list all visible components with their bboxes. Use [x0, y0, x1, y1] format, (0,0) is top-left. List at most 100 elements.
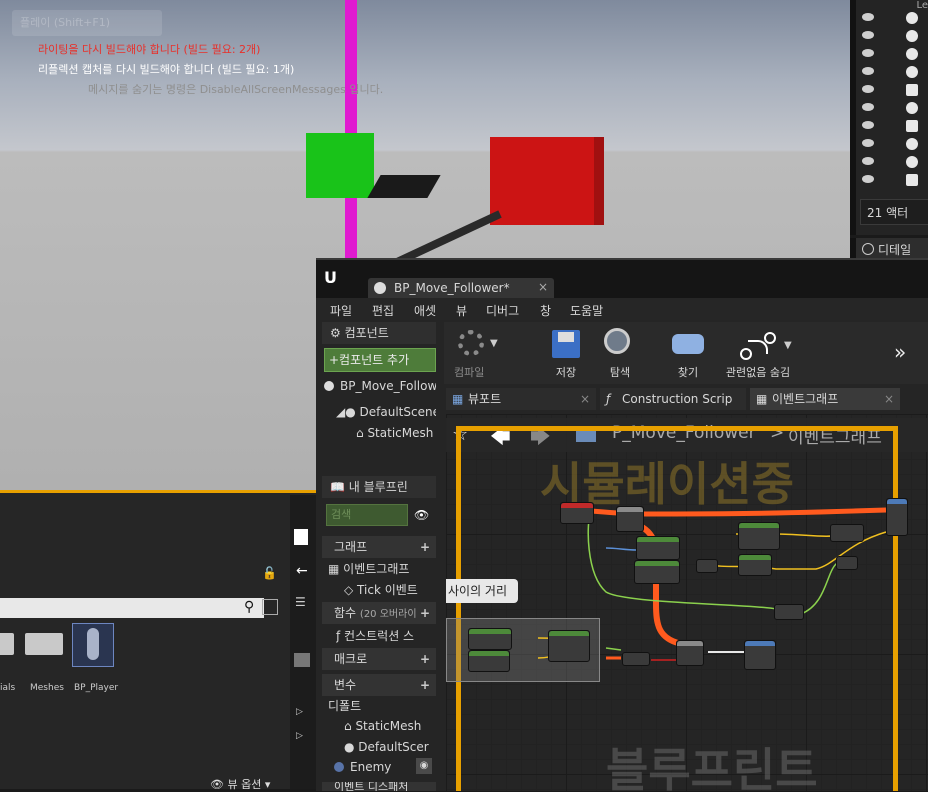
add-function-button[interactable]: + [420, 602, 430, 624]
menu-debug[interactable]: 디버그 [486, 302, 519, 319]
components-icon: ⚙ [330, 326, 345, 340]
eye-icon[interactable] [862, 31, 874, 39]
get-actor-location-node[interactable] [468, 650, 510, 672]
expand-arrow-icon[interactable]: ▷ [296, 731, 303, 741]
save-button[interactable]: 저장 [538, 326, 594, 382]
search-input[interactable] [0, 598, 264, 618]
get-actor-location-node[interactable] [738, 522, 780, 550]
expand-arrow-icon[interactable]: ▷ [296, 707, 303, 717]
section-variables[interactable]: 변수 + [322, 674, 436, 696]
add-variable-button[interactable]: + [420, 674, 430, 696]
eye-icon[interactable] [862, 121, 874, 129]
tab-event-graph[interactable]: ▦ 이벤트그래프 × [750, 388, 900, 410]
compile-label: 컴파일 [454, 366, 485, 379]
new-file-icon[interactable] [294, 529, 308, 545]
eye-icon[interactable] [862, 85, 874, 93]
menu-asset[interactable]: 애셋 [414, 302, 436, 319]
get-actor-location-node[interactable] [636, 536, 680, 560]
browse-button[interactable]: 탐색 [592, 326, 648, 382]
search-icon[interactable]: ⚲ [244, 599, 254, 615]
vector-length-node[interactable] [774, 604, 804, 620]
visibility-eye-icon[interactable]: ◉ [416, 758, 432, 774]
outliner-row[interactable] [860, 82, 928, 100]
outliner-row[interactable] [860, 154, 928, 172]
component-static-mesh[interactable]: ⌂ StaticMesh [356, 423, 436, 443]
add-node[interactable] [836, 556, 858, 570]
list-icon[interactable]: ☰ [295, 595, 306, 609]
tree-var-default-scene[interactable]: ● DefaultScer [344, 737, 430, 757]
tab-viewport[interactable]: ▦ 뷰포트 × [446, 388, 596, 410]
get-actor-location-node[interactable] [468, 628, 512, 650]
menu-help[interactable]: 도움말 [570, 302, 603, 319]
hide-unrelated-button[interactable]: ▼ 관련없음 숨김 [718, 326, 798, 382]
add-graph-button[interactable]: + [420, 536, 430, 558]
chevron-down-icon[interactable]: ▼ [784, 340, 792, 351]
folder-small-icon[interactable] [294, 653, 310, 667]
asset-tab[interactable]: BP_Move_Follower* × [368, 278, 554, 298]
eye-icon[interactable] [862, 157, 874, 165]
eye-icon[interactable] [862, 49, 874, 57]
play-button[interactable]: 플레이 (Shift+F1) [12, 10, 162, 36]
view-eye-icon[interactable]: 👁 [414, 508, 429, 522]
section-macros[interactable]: 매크로 + [322, 648, 436, 670]
normalize-node[interactable] [738, 554, 772, 576]
menu-view[interactable]: 뷰 [456, 302, 467, 319]
save-search-icon[interactable] [262, 599, 278, 615]
add-component-button[interactable]: +컴포넌트 추가 [324, 348, 436, 372]
tree-var-static-mesh[interactable]: ⌂ StaticMesh [344, 716, 436, 736]
component-root[interactable]: BP_Move_Follow [324, 376, 436, 396]
section-event-dispatchers[interactable]: 이벤트 디스패처 [322, 782, 436, 791]
branch-node[interactable] [676, 640, 704, 666]
eye-icon[interactable] [862, 13, 874, 21]
outliner-row[interactable] [860, 118, 928, 136]
tab-construction-script[interactable]: ƒ Construction Scrip [600, 388, 746, 410]
component-default-scene[interactable]: ◢● DefaultScene [336, 402, 436, 422]
tick-event-node[interactable] [560, 502, 594, 524]
close-icon[interactable]: × [884, 388, 894, 410]
tree-var-enemy[interactable]: Enemy ◉ [334, 757, 436, 777]
compare-node[interactable] [622, 652, 650, 666]
add-macro-button[interactable]: + [420, 648, 430, 670]
menu-file[interactable]: 파일 [330, 302, 352, 319]
eye-icon[interactable] [862, 175, 874, 183]
multiply-node[interactable] [830, 524, 864, 542]
find-button[interactable]: 찾기 [660, 326, 716, 382]
chevron-down-icon[interactable]: ▼ [490, 338, 498, 349]
lock-icon[interactable]: 🔓 [262, 566, 277, 580]
outliner-row[interactable] [860, 28, 928, 46]
bp-player-thumbnail[interactable] [72, 623, 114, 667]
folder-icon[interactable] [0, 633, 14, 655]
eye-icon[interactable] [862, 139, 874, 147]
add-new-button[interactable]: 검색 [326, 504, 408, 526]
outliner-row[interactable] [860, 136, 928, 154]
outliner-row[interactable] [860, 46, 928, 64]
subtract-node[interactable] [696, 559, 718, 573]
outliner-row[interactable] [860, 172, 928, 190]
vector-distance-node[interactable] [548, 630, 590, 662]
section-graphs[interactable]: 그래프 + [322, 536, 436, 558]
menu-edit[interactable]: 편집 [372, 302, 394, 319]
tree-default-category[interactable]: 디폴트 [328, 696, 448, 716]
section-functions[interactable]: 함수 (20 오버라이 + [322, 602, 436, 624]
outliner-row[interactable] [860, 10, 928, 28]
eye-icon[interactable] [862, 103, 874, 111]
branch-node[interactable] [616, 506, 644, 532]
outliner-row[interactable] [860, 100, 928, 118]
compile-button[interactable]: ▼ 컴파일 [450, 326, 506, 382]
tree-construction-script[interactable]: ƒ 컨스트럭션 스 [336, 626, 436, 646]
tree-event-graph[interactable]: ▦ 이벤트그래프 [328, 559, 448, 579]
event-graph-canvas[interactable]: ☆ 🡄 🡆 P_Move_Follower > 이벤트그래프 시뮬레이션중 블루… [446, 414, 928, 791]
menu-window[interactable]: 창 [540, 302, 551, 319]
view-options-button[interactable]: 👁 뷰 옵션 ▾ [210, 776, 270, 792]
outliner-row[interactable] [860, 64, 928, 82]
get-actor-location-node[interactable] [634, 560, 680, 584]
section-label: 매크로 [334, 652, 368, 666]
back-arrow-icon[interactable]: ← [296, 563, 308, 579]
print-string-node[interactable] [744, 640, 776, 670]
set-actor-location-node[interactable] [886, 498, 908, 536]
close-icon[interactable]: × [538, 280, 548, 294]
toolbar-overflow-icon[interactable]: » [894, 340, 906, 364]
close-icon[interactable]: × [580, 388, 590, 410]
eye-icon[interactable] [862, 67, 874, 75]
folder-icon[interactable] [25, 633, 63, 655]
